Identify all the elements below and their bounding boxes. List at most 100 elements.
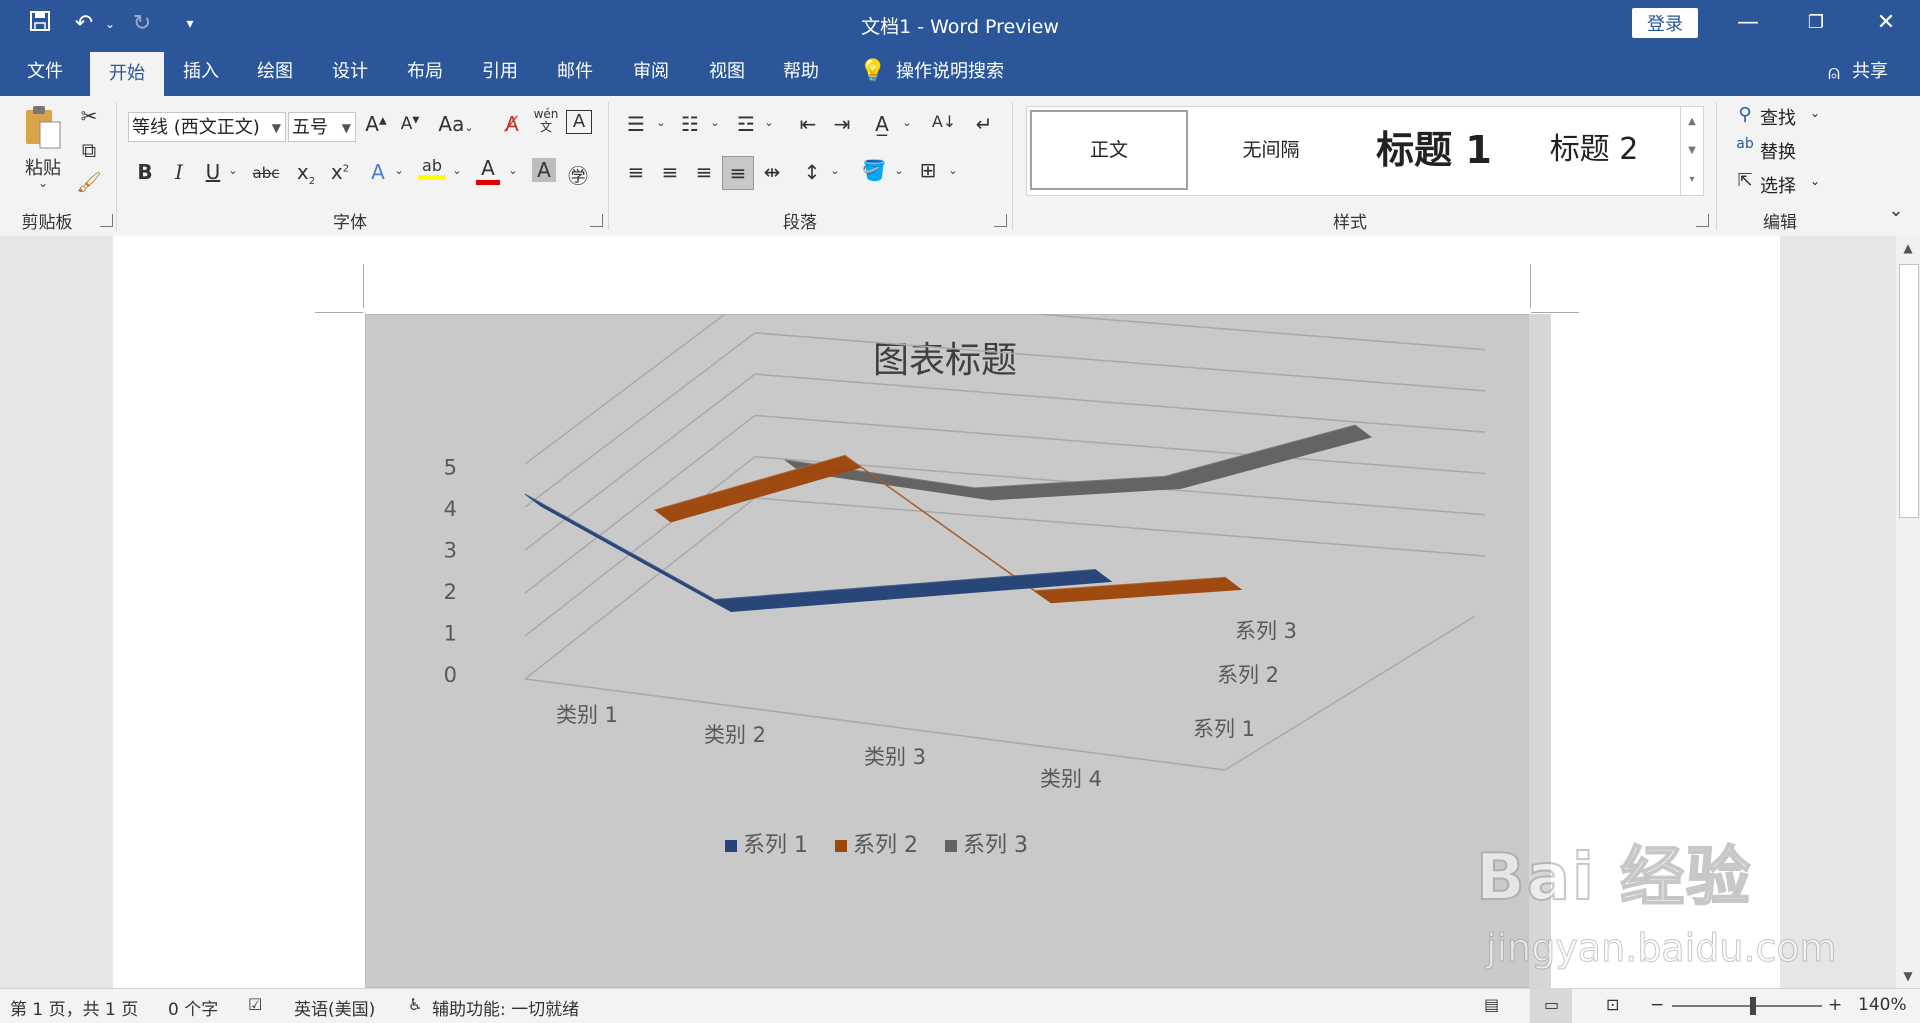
share-button[interactable]: 共享 <box>1848 48 1892 96</box>
highlight-dropdown-icon[interactable]: ⌄ <box>450 164 464 177</box>
select-button[interactable]: 选择 <box>1760 172 1796 198</box>
align-center-icon[interactable]: ≡ <box>656 160 684 184</box>
italic-icon[interactable]: I <box>168 160 190 184</box>
character-shading-icon[interactable]: A <box>532 158 556 182</box>
font-name-combo[interactable]: 等线 (西文正文) ▼ <box>128 112 286 142</box>
numbering-icon[interactable]: ☷ <box>676 112 704 136</box>
font-color-icon[interactable]: A <box>476 156 500 185</box>
scroll-up-icon[interactable]: ▲ <box>1681 107 1703 136</box>
tab-help[interactable]: 帮助 <box>764 48 838 96</box>
zoom-slider-thumb[interactable] <box>1750 997 1756 1015</box>
borders-icon[interactable]: ⊞ <box>914 158 942 182</box>
shading-icon[interactable]: 🪣 <box>860 158 888 182</box>
tab-view[interactable]: 视图 <box>690 48 764 96</box>
show-marks-icon[interactable]: ↵ <box>970 112 998 136</box>
tab-home[interactable]: 开始 <box>90 52 164 96</box>
clipboard-launcher-icon[interactable] <box>100 214 113 227</box>
shrink-font-icon[interactable]: A▼ <box>398 114 422 134</box>
strikethrough-icon[interactable]: abc <box>250 164 282 182</box>
clear-format-icon[interactable]: A̸ <box>500 112 524 136</box>
tab-references[interactable]: 引用 <box>463 48 537 96</box>
find-icon[interactable]: ⚲ <box>1734 104 1756 125</box>
align-right-icon[interactable]: ≡ <box>690 160 718 184</box>
borders-dropdown-icon[interactable]: ⌄ <box>946 164 960 177</box>
style-no-spacing[interactable]: 无间隔 <box>1192 110 1350 190</box>
tab-draw[interactable]: 绘图 <box>238 48 312 96</box>
collapse-ribbon-icon[interactable]: ⌄ <box>1882 200 1910 221</box>
replace-button[interactable]: 替换 <box>1760 138 1796 164</box>
enclose-characters-icon[interactable]: ㊫ <box>566 160 590 189</box>
language-status[interactable]: 英语(美国) <box>294 995 375 1020</box>
decrease-indent-icon[interactable]: ⇤ <box>794 112 822 136</box>
accessibility-status[interactable]: 辅助功能: 一切就绪 <box>432 995 579 1020</box>
vertical-scrollbar[interactable]: ▲ ▼ <box>1896 236 1920 988</box>
text-effects-dropdown-icon[interactable]: ⌄ <box>392 164 406 177</box>
more-styles-icon[interactable]: ▾ <box>1681 165 1703 194</box>
subscript-icon[interactable]: x2 <box>294 160 318 187</box>
multilevel-list-icon[interactable]: ☲ <box>732 112 760 136</box>
shading-dropdown-icon[interactable]: ⌄ <box>892 164 906 177</box>
select-dropdown-icon[interactable]: ⌄ <box>1810 174 1820 188</box>
increase-indent-icon[interactable]: ⇥ <box>828 112 856 136</box>
chinese-layout-icon[interactable]: A̲ <box>868 112 896 136</box>
text-effects-icon[interactable]: A <box>366 160 390 184</box>
distributed-icon[interactable]: ⇹ <box>758 160 786 184</box>
sort-icon[interactable]: A↓ <box>930 112 958 131</box>
character-border-icon[interactable]: A <box>566 110 592 134</box>
numbering-dropdown-icon[interactable]: ⌄ <box>708 116 722 129</box>
underline-dropdown-icon[interactable]: ⌄ <box>226 164 240 177</box>
close-icon[interactable]: ✕ <box>1866 6 1906 40</box>
grow-font-icon[interactable]: A▲ <box>364 112 388 136</box>
tab-design[interactable]: 设计 <box>313 48 387 96</box>
scroll-down-arrow-icon[interactable]: ▼ <box>1896 964 1920 988</box>
phonetic-guide-icon[interactable]: wén 文 <box>532 108 560 134</box>
login-button[interactable]: 登录 <box>1632 8 1698 38</box>
bold-icon[interactable]: B <box>134 160 156 184</box>
line-spacing-icon[interactable]: ↕ <box>798 160 826 184</box>
replace-icon[interactable]: ab <box>1732 136 1758 152</box>
minimize-icon[interactable]: — <box>1728 6 1768 40</box>
chart[interactable]: 图表标题 0 1 2 3 4 5 类别 1 类别 2 类别 3 类别 4 系列 1 系列 2 系列 3 系列… <box>364 290 1552 989</box>
paragraph-launcher-icon[interactable] <box>994 214 1007 227</box>
scroll-thumb[interactable] <box>1899 264 1919 518</box>
font-color-dropdown-icon[interactable]: ⌄ <box>506 164 520 177</box>
bullets-dropdown-icon[interactable]: ⌄ <box>654 116 668 129</box>
find-dropdown-icon[interactable]: ⌄ <box>1810 106 1820 120</box>
chinese-layout-dropdown-icon[interactable]: ⌄ <box>900 116 914 129</box>
chart-frame[interactable]: 图表标题 0 1 2 3 4 5 类别 1 类别 2 类别 3 类别 4 系列 1 系列 2 系列 3 系列… <box>364 290 1552 989</box>
zoom-level[interactable]: 140% <box>1858 995 1907 1015</box>
web-layout-icon[interactable]: ⊡ <box>1606 995 1619 1014</box>
multilevel-dropdown-icon[interactable]: ⌄ <box>762 116 776 129</box>
styles-scroll[interactable]: ▲ ▼ ▾ <box>1680 106 1704 196</box>
restore-icon[interactable]: ❐ <box>1796 6 1836 40</box>
style-heading-1[interactable]: 标题 1 <box>1354 110 1514 190</box>
cut-icon[interactable]: ✂ <box>76 104 102 128</box>
zoom-out-icon[interactable]: − <box>1650 995 1664 1015</box>
page-count[interactable]: 第 1 页，共 1 页 <box>10 995 138 1020</box>
bullets-icon[interactable]: ☰ <box>622 112 650 136</box>
tab-insert[interactable]: 插入 <box>164 48 238 96</box>
format-painter-icon[interactable]: 🖌 <box>76 170 102 194</box>
paste-icon[interactable] <box>20 104 66 150</box>
line-spacing-dropdown-icon[interactable]: ⌄ <box>828 164 842 177</box>
underline-icon[interactable]: U <box>202 160 224 184</box>
scroll-up-arrow-icon[interactable]: ▲ <box>1896 236 1920 260</box>
find-button[interactable]: 查找 <box>1760 104 1796 130</box>
proofing-icon[interactable]: ☑ <box>248 995 262 1014</box>
tell-me-search[interactable]: 操作说明搜索 <box>896 48 1036 96</box>
zoom-slider[interactable] <box>1672 1005 1822 1007</box>
highlight-icon[interactable]: ab <box>418 156 446 180</box>
read-mode-icon[interactable]: ▤ <box>1484 995 1499 1014</box>
styles-launcher-icon[interactable] <box>1696 214 1709 227</box>
tab-review[interactable]: 审阅 <box>614 48 688 96</box>
select-cursor-icon[interactable]: ⇱ <box>1734 170 1756 191</box>
tab-layout[interactable]: 布局 <box>388 48 462 96</box>
word-count[interactable]: 0 个字 <box>168 995 218 1020</box>
copy-icon[interactable]: ⧉ <box>76 138 102 162</box>
font-size-combo[interactable]: 五号 ▼ <box>288 112 356 142</box>
justify-icon[interactable]: ≡ <box>722 156 754 190</box>
paste-dropdown-icon[interactable]: ⌄ <box>34 176 52 190</box>
superscript-icon[interactable]: x2 <box>328 160 352 184</box>
tab-mailings[interactable]: 邮件 <box>538 48 612 96</box>
style-normal[interactable]: 正文 <box>1030 110 1188 190</box>
